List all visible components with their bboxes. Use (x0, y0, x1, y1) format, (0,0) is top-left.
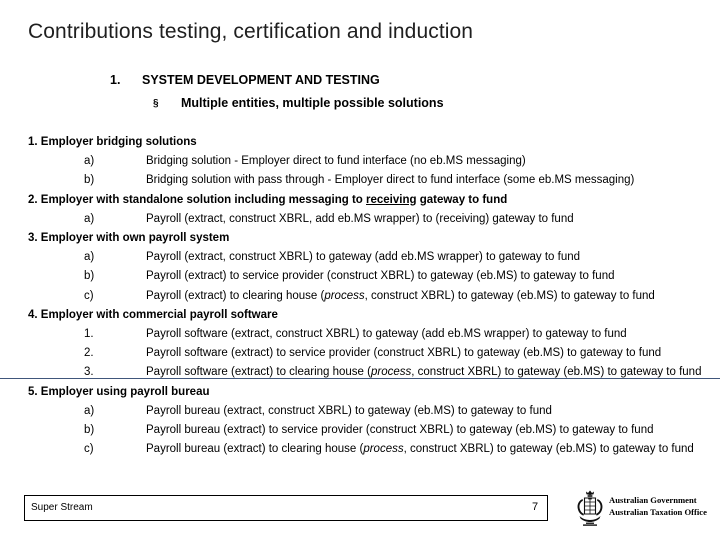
list-item-marker: b) (84, 174, 95, 187)
footer-label: Super Stream (31, 502, 93, 513)
list-item-marker: 1. (84, 328, 94, 341)
list-item: b) Payroll bureau (extract) to service pr… (28, 421, 696, 440)
list-item-text: Bridging solution with pass through - Em… (146, 174, 635, 187)
outline-level1-label: SYSTEM DEVELOPMENT AND TESTING (142, 73, 380, 87)
slide: Contributions testing, certification and… (0, 0, 720, 540)
list-item: a) Bridging solution - Employer direct to… (28, 152, 696, 171)
page-number: 7 (531, 501, 539, 513)
content-body: 1. Employer bridging solutions a) Bridgin… (28, 133, 701, 459)
list-item: 3. Payroll software (extract) to clearing… (28, 363, 701, 382)
list-item-text: Payroll (extract, construct XBRL, add eb… (146, 212, 574, 225)
section-heading: 1. Employer bridging solutions (28, 136, 197, 148)
list-item-text: Payroll (extract, construct XBRL) to gat… (146, 251, 581, 264)
list-item-marker: a) (84, 404, 95, 417)
list-item-text: Payroll (extract) to clearing house (pro… (146, 289, 655, 302)
australian-coat-of-arms-icon (577, 490, 603, 526)
list-item-text: Payroll software (extract) to clearing h… (146, 366, 702, 379)
list-item-marker: 3. (84, 366, 94, 379)
section-heading-underlined: receiving (366, 193, 417, 206)
ato-logo-text: Australian Government Australian Taxatio… (609, 494, 707, 518)
outline-level2: § Multiple entities, multiple possible so… (153, 96, 444, 110)
section-heading: 3. Employer with own payroll system (28, 232, 230, 245)
list-item-text: Bridging solution - Employer direct to f… (146, 155, 526, 168)
ato-logo: Australian Government Australian Taxatio… (573, 489, 707, 527)
list-item-marker: a) (84, 251, 95, 264)
list-item-marker: a) (84, 212, 95, 225)
page-title: Contributions testing, certification and… (28, 20, 474, 43)
list-item-text: Payroll bureau (extract) to clearing hou… (146, 443, 694, 456)
footer-box (24, 495, 548, 521)
list-item: 1. Payroll software (extract, construct X… (28, 325, 696, 344)
list-item-text: Payroll bureau (extract, construct XBRL)… (146, 404, 552, 417)
list-item-marker: a) (84, 155, 95, 168)
section-heading: 5. Employer using payroll bureau (28, 385, 210, 398)
list-item-text: Payroll software (extract, construct XBR… (146, 328, 627, 341)
list-item-marker: b) (84, 270, 95, 283)
list-item: 2. Payroll software (extract) to service … (28, 344, 696, 363)
section-heading: 2. Employer with standalone solution inc… (28, 191, 696, 210)
section-heading-part2: gateway to fund (416, 193, 508, 206)
list-item-marker: c) (84, 443, 94, 456)
section-heading: 4. Employer with commercial payroll soft… (28, 308, 278, 321)
footer-divider (0, 378, 720, 379)
list-item: c) Payroll bureau (extract) to clearing h… (28, 440, 696, 459)
list-item: b) Bridging solution with pass through - … (28, 171, 696, 190)
list-item-text: Payroll bureau (extract) to service prov… (146, 424, 654, 437)
list-item: a) Payroll (extract, construct XBRL, add … (28, 210, 696, 229)
ato-logo-line1: Australian Government (609, 495, 697, 505)
outline-level1-number: 1. (110, 73, 121, 87)
list-item-marker: 2. (84, 347, 94, 360)
ato-logo-line2: Australian Taxation Office (609, 507, 707, 517)
list-item: a) Payroll (extract, construct XBRL) to g… (28, 248, 696, 267)
list-item-text: Payroll (extract) to service provider (c… (146, 270, 615, 283)
list-item: c) Payroll (extract) to clearing house (p… (28, 287, 696, 306)
section-heading-part1: 2. Employer with standalone solution inc… (28, 193, 367, 206)
list-item-marker: b) (84, 424, 95, 437)
list-item-marker: c) (84, 289, 94, 302)
outline-level2-label: Multiple entities, multiple possible sol… (181, 96, 444, 110)
list-item: a) Payroll bureau (extract, construct XBR… (28, 402, 696, 421)
outline-level1: 1. SYSTEM DEVELOPMENT AND TESTING (110, 73, 380, 87)
list-item-text: Payroll software (extract) to service pr… (146, 347, 662, 360)
square-bullet-icon: § (153, 98, 159, 110)
list-item: b) Payroll (extract) to service provider … (28, 267, 696, 286)
